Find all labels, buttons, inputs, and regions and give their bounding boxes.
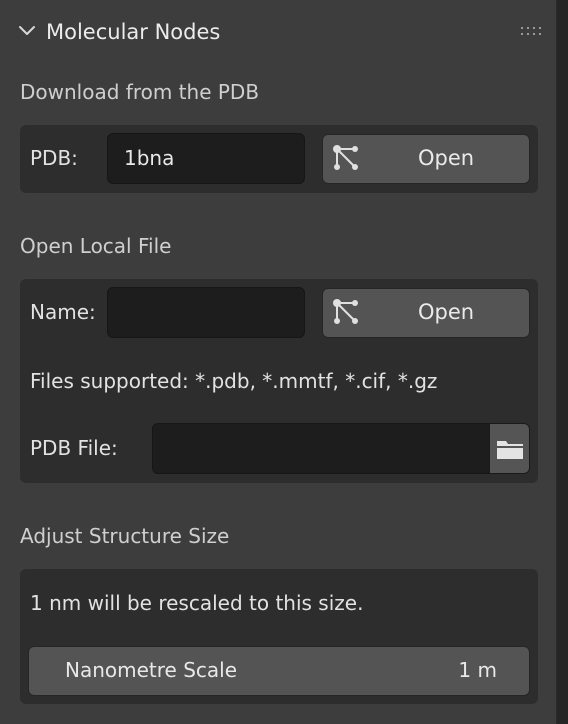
scale-box: 1 nm will be rescaled to this size. Nano… bbox=[20, 569, 538, 704]
section-title-download: Download from the PDB bbox=[20, 80, 260, 104]
browse-file-button[interactable] bbox=[489, 423, 530, 474]
name-label: Name: bbox=[30, 300, 96, 324]
download-open-label: Open bbox=[417, 146, 475, 170]
adjacent-editor-edge bbox=[556, 0, 568, 724]
molecule-name-input[interactable] bbox=[107, 287, 305, 338]
panel-title: Molecular Nodes bbox=[46, 20, 221, 44]
folder-icon bbox=[497, 441, 523, 459]
section-title-scale: Adjust Structure Size bbox=[20, 524, 230, 548]
download-box: PDB: 1bna Open bbox=[20, 125, 538, 193]
local-file-box: Name: Open Files supported: *.pdb, *.mmt… bbox=[20, 279, 538, 483]
download-open-button[interactable]: Open bbox=[322, 134, 530, 184]
local-open-label: Open bbox=[417, 300, 475, 324]
panel-header[interactable]: Molecular Nodes bbox=[0, 12, 556, 52]
drag-handle-icon[interactable] bbox=[520, 26, 544, 38]
scale-info-text: 1 nm will be rescaled to this size. bbox=[30, 591, 364, 615]
nanometre-scale-slider[interactable]: Nanometre Scale 1 m bbox=[28, 646, 530, 696]
pdb-id-input[interactable]: 1bna bbox=[107, 133, 305, 184]
chevron-down-icon[interactable] bbox=[18, 24, 36, 38]
pdb-label: PDB: bbox=[30, 146, 78, 170]
local-open-button[interactable]: Open bbox=[322, 288, 530, 338]
supported-formats-text: Files supported: *.pdb, *.mmtf, *.cif, *… bbox=[30, 369, 438, 393]
section-title-local: Open Local File bbox=[20, 234, 172, 258]
pdb-file-path-input[interactable] bbox=[152, 423, 490, 474]
slider-label: Nanometre Scale bbox=[65, 658, 238, 682]
slider-value: 1 m bbox=[458, 658, 497, 682]
pdb-file-label: PDB File: bbox=[30, 436, 118, 460]
molecular-nodes-panel: Molecular Nodes Download from the PDB PD… bbox=[0, 0, 557, 724]
